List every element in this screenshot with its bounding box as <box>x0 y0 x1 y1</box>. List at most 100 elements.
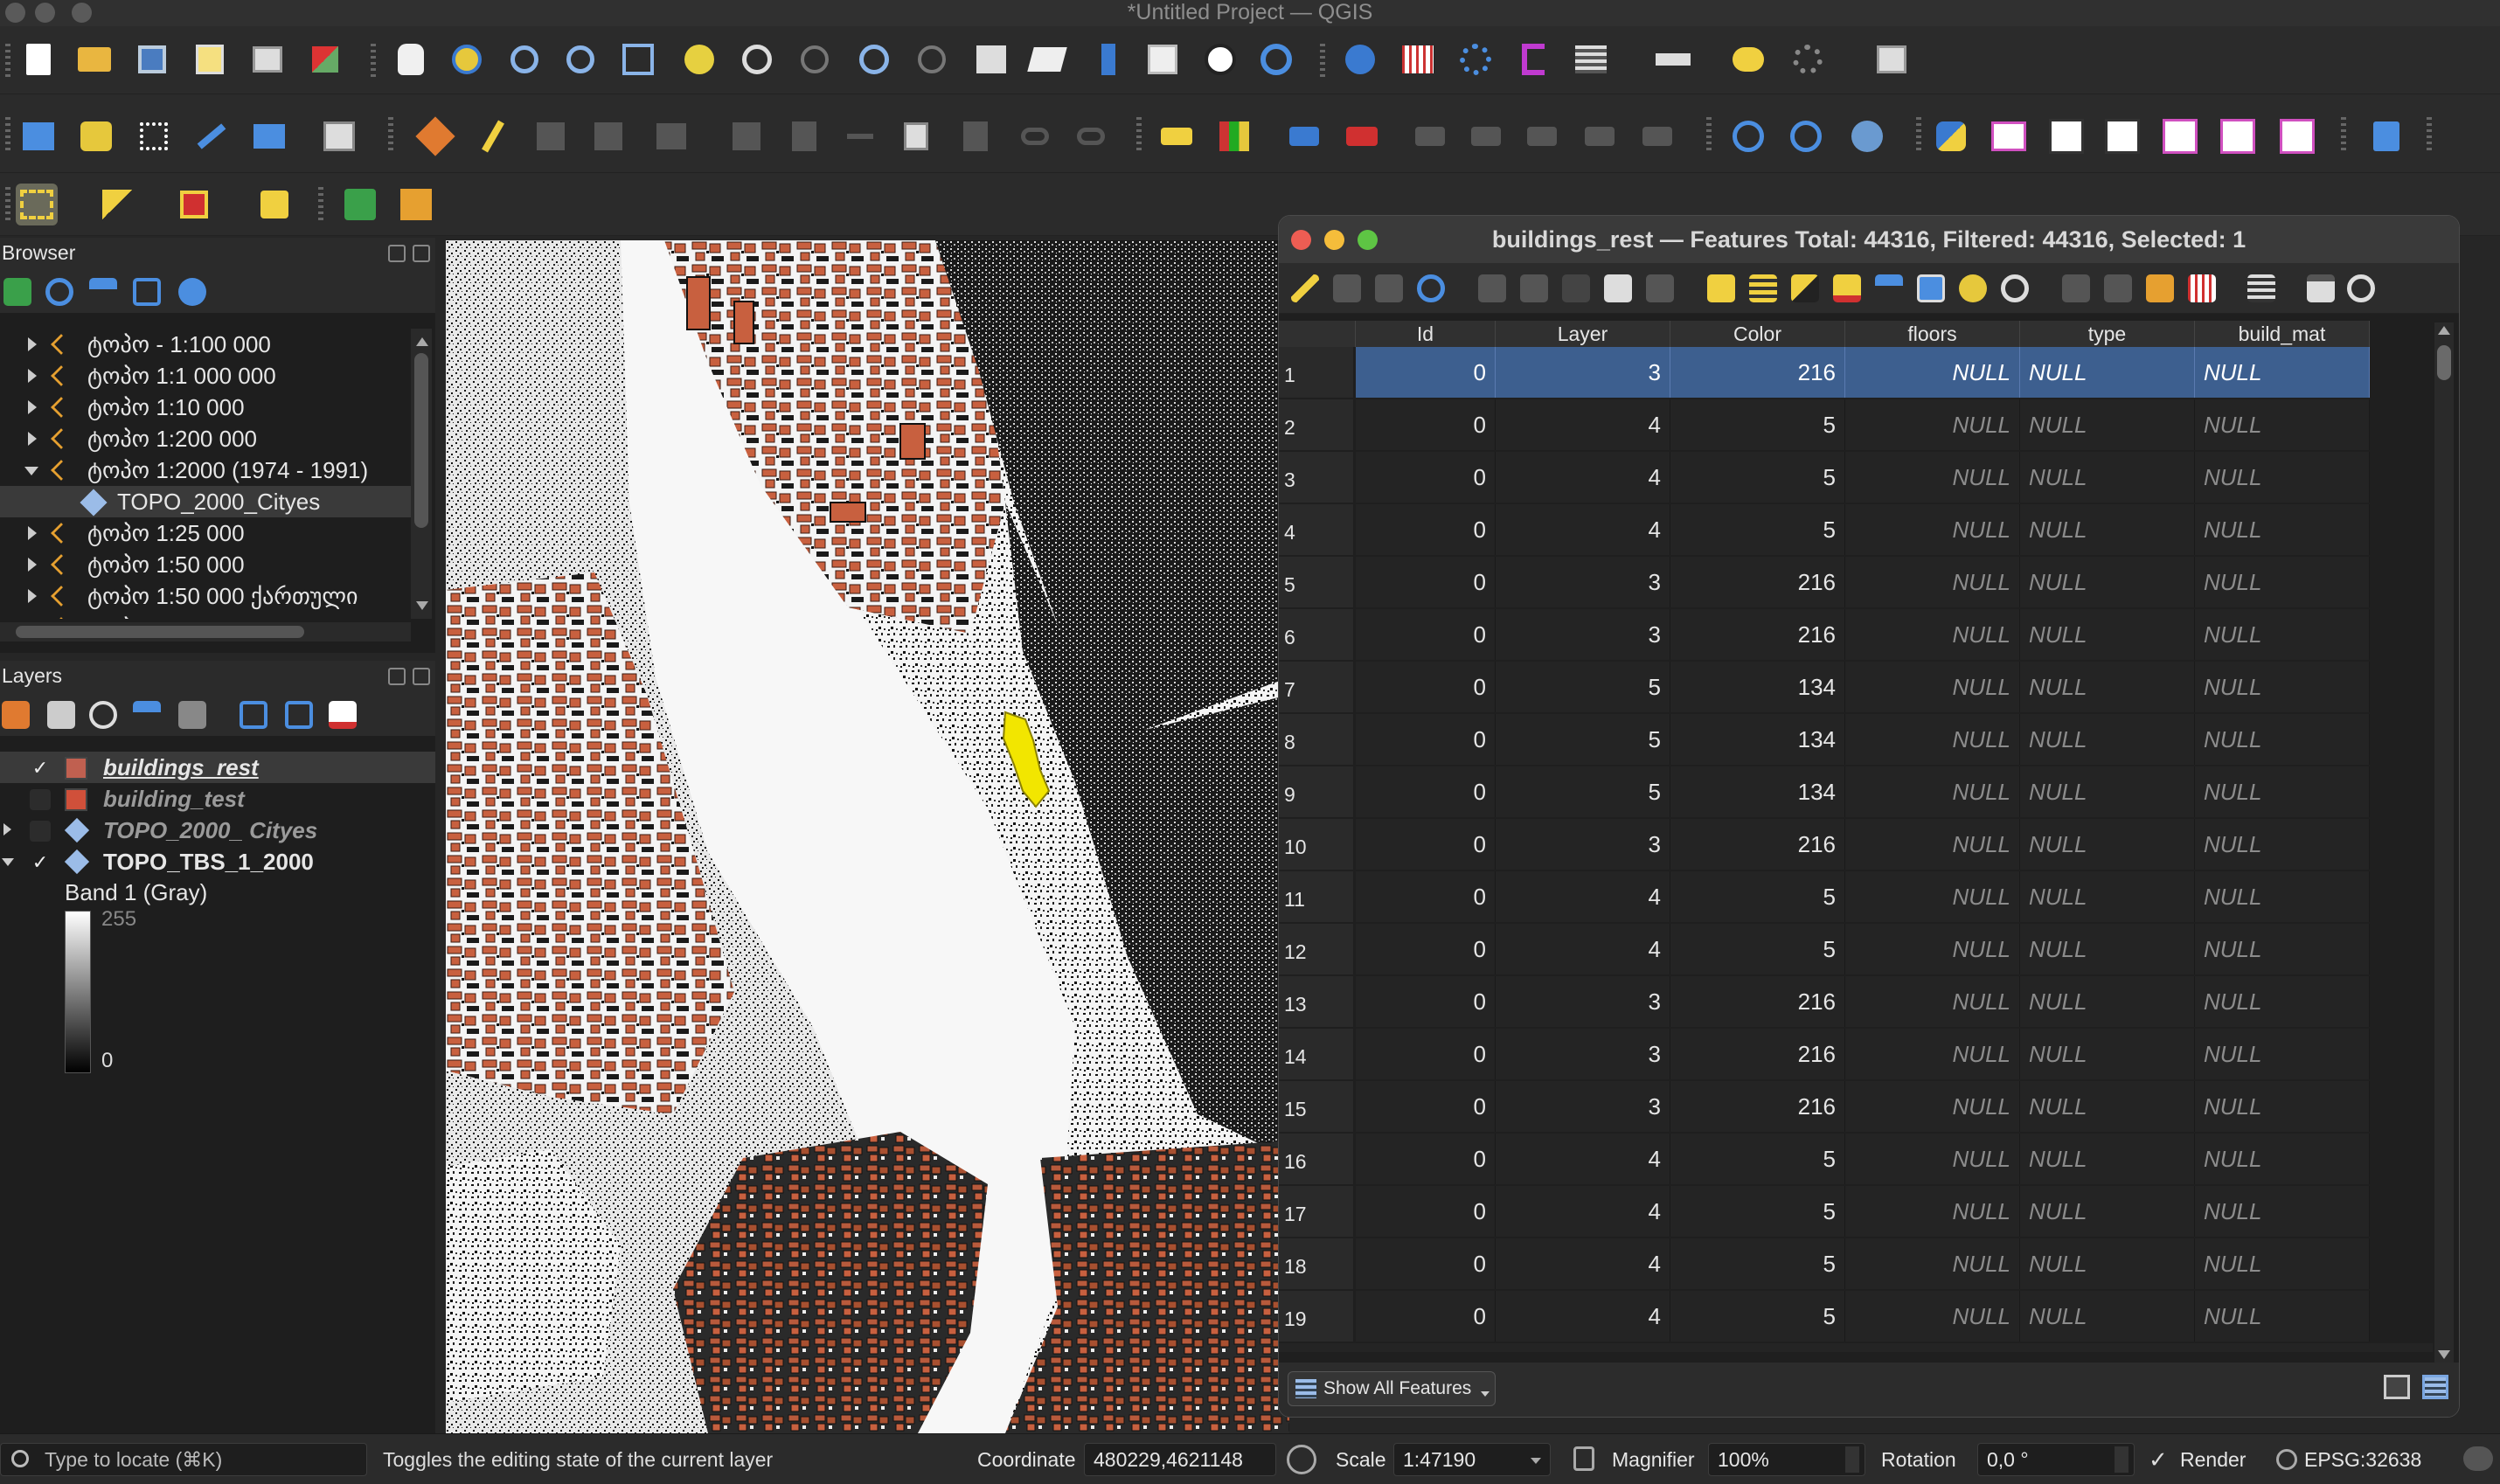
table-cell-color[interactable]: 216 <box>1670 1029 1845 1079</box>
table-row[interactable]: 6 0 3 216 NULL NULL NULL <box>1279 609 2433 662</box>
map-canvas[interactable] <box>446 240 1289 1433</box>
table-cell-type[interactable]: NULL <box>2020 871 2195 922</box>
cut-icon[interactable] <box>1562 274 1590 302</box>
table-cell-id[interactable]: 0 <box>1356 871 1496 922</box>
toolbar-grip[interactable] <box>318 187 323 222</box>
table-cell-color[interactable]: 134 <box>1670 714 1845 765</box>
row-number[interactable]: 5 <box>1279 557 1353 607</box>
row-number[interactable]: 9 <box>1279 766 1353 817</box>
table-cell-floors[interactable]: NULL <box>1845 1081 2020 1132</box>
crs-label[interactable]: EPSG:32638 <box>2304 1434 2421 1484</box>
table-cell-type[interactable]: NULL <box>2020 504 2195 555</box>
column-header-id[interactable]: Id <box>1356 321 1496 347</box>
table-row[interactable]: 14 0 3 216 NULL NULL NULL <box>1279 1029 2433 1081</box>
column-header-type[interactable]: type <box>2020 321 2195 347</box>
toolbar-grip[interactable] <box>371 44 376 79</box>
toolbar-grip[interactable] <box>2341 117 2346 152</box>
zoom-out-icon[interactable] <box>559 38 601 80</box>
processing-toolbox-icon[interactable] <box>1455 38 1497 80</box>
annotation-icon[interactable] <box>1787 38 1829 80</box>
zoom-attribute-table-button[interactable] <box>1358 230 1378 250</box>
coordinate-input[interactable]: 480229,4621148 <box>1084 1443 1276 1476</box>
magnifier-spinbox[interactable]: 100% <box>1708 1443 1865 1476</box>
row-number[interactable]: 18 <box>1279 1238 1353 1289</box>
zoom-window-button[interactable] <box>72 3 92 23</box>
switch-to-table-view-icon[interactable] <box>2422 1375 2448 1399</box>
move-label-icon[interactable] <box>1465 115 1507 157</box>
open-project-icon[interactable] <box>73 38 115 80</box>
table-cell-id[interactable]: 0 <box>1356 557 1496 607</box>
table-cell-layer[interactable]: 4 <box>1496 452 1670 503</box>
pan-to-selected-icon[interactable] <box>1959 274 1987 302</box>
highlight-pinned-labels-icon[interactable] <box>1283 115 1325 157</box>
delete-selected-icon[interactable] <box>1520 274 1548 302</box>
table-cell-build-mat[interactable]: NULL <box>2195 924 2370 974</box>
show-hide-labels-icon[interactable] <box>1409 115 1451 157</box>
row-number[interactable]: 7 <box>1279 662 1353 712</box>
close-panel-icon[interactable] <box>413 245 430 262</box>
table-cell-id[interactable]: 0 <box>1356 1029 1496 1079</box>
filter-by-expression-icon[interactable] <box>178 701 206 729</box>
chevron-down-icon[interactable] <box>2 858 14 866</box>
table-row[interactable]: 18 0 4 5 NULL NULL NULL <box>1279 1238 2433 1291</box>
label-toolbar-icon[interactable] <box>1156 115 1198 157</box>
table-row[interactable]: 13 0 3 216 NULL NULL NULL <box>1279 976 2433 1029</box>
table-cell-build-mat[interactable]: NULL <box>2195 1029 2370 1079</box>
table-cell-id[interactable]: 0 <box>1356 819 1496 870</box>
row-number[interactable]: 3 <box>1279 452 1353 503</box>
zoom-to-selected-icon[interactable] <box>2001 274 2029 302</box>
toolbar-grip[interactable] <box>5 117 10 152</box>
add-vector-layer-icon[interactable] <box>75 115 117 157</box>
layer-item[interactable]: TOPO_2000_ Cityes <box>0 815 435 846</box>
quickmapservices-icon[interactable] <box>395 184 437 225</box>
toolbar-grip[interactable] <box>2427 117 2432 152</box>
zoom-to-layer-icon[interactable] <box>736 38 778 80</box>
table-cell-layer[interactable]: 3 <box>1496 557 1670 607</box>
table-row[interactable]: 11 0 4 5 NULL NULL NULL <box>1279 871 2433 924</box>
new-field-icon[interactable] <box>2062 274 2090 302</box>
plugin-icon[interactable] <box>1988 115 2030 157</box>
collapse-all-icon[interactable] <box>285 701 313 729</box>
table-cell-floors[interactable]: NULL <box>1845 1238 2020 1289</box>
corner-header[interactable] <box>1279 321 1356 347</box>
deselect-features-icon[interactable] <box>173 184 215 225</box>
plugin-prev-clip-icon[interactable] <box>2101 115 2143 157</box>
new-map-view-icon[interactable] <box>970 38 1012 80</box>
plugin-prev-inter-icon[interactable] <box>2045 115 2087 157</box>
browser-item-child[interactable]: TOPO_2000_Cityes <box>0 486 411 517</box>
remove-layer-icon[interactable] <box>329 701 357 729</box>
layer-diagram-icon[interactable] <box>1213 115 1255 157</box>
table-cell-color[interactable]: 5 <box>1670 1186 1845 1237</box>
metasearch-icon[interactable] <box>1846 115 1888 157</box>
attribute-table-menu-icon[interactable] <box>1570 38 1612 80</box>
table-cell-type[interactable]: NULL <box>2020 766 2195 817</box>
table-cell-type[interactable]: NULL <box>2020 1186 2195 1237</box>
table-cell-layer[interactable]: 4 <box>1496 1291 1670 1342</box>
table-cell-type[interactable]: NULL <box>2020 609 2195 660</box>
chevron-right-icon[interactable] <box>3 823 11 836</box>
zoom-in-icon[interactable] <box>503 38 545 80</box>
statistical-summary-icon[interactable] <box>1512 38 1554 80</box>
table-cell-floors[interactable]: NULL <box>1845 504 2020 555</box>
table-cell-floors[interactable]: NULL <box>1845 1291 2020 1342</box>
browser-horizontal-scrollbar[interactable] <box>0 622 411 641</box>
browser-item[interactable]: ტოპო 1:50 000 <box>0 549 411 580</box>
chevron-right-icon[interactable] <box>28 589 37 603</box>
table-cell-id[interactable]: 0 <box>1356 924 1496 974</box>
table-cell-build-mat[interactable]: NULL <box>2195 871 2370 922</box>
row-number[interactable]: 2 <box>1279 399 1353 450</box>
row-number[interactable]: 19 <box>1279 1291 1353 1342</box>
layer-item[interactable]: building_test <box>0 783 435 815</box>
table-cell-id[interactable]: 0 <box>1356 766 1496 817</box>
actions-search-icon[interactable] <box>2347 274 2375 302</box>
browser-item[interactable]: ტოპო 1:25 000 <box>0 517 411 549</box>
show-all-features-button[interactable]: Show All Features <box>1288 1371 1496 1406</box>
open-attribute-table-icon[interactable] <box>1397 38 1439 80</box>
table-cell-color[interactable]: 5 <box>1670 1238 1845 1289</box>
table-cell-layer[interactable]: 4 <box>1496 871 1670 922</box>
select-by-expression-icon[interactable] <box>96 184 138 225</box>
table-cell-id[interactable]: 0 <box>1356 452 1496 503</box>
row-number[interactable]: 6 <box>1279 609 1353 660</box>
row-number[interactable]: 11 <box>1279 871 1353 922</box>
table-cell-build-mat[interactable]: NULL <box>2195 714 2370 765</box>
